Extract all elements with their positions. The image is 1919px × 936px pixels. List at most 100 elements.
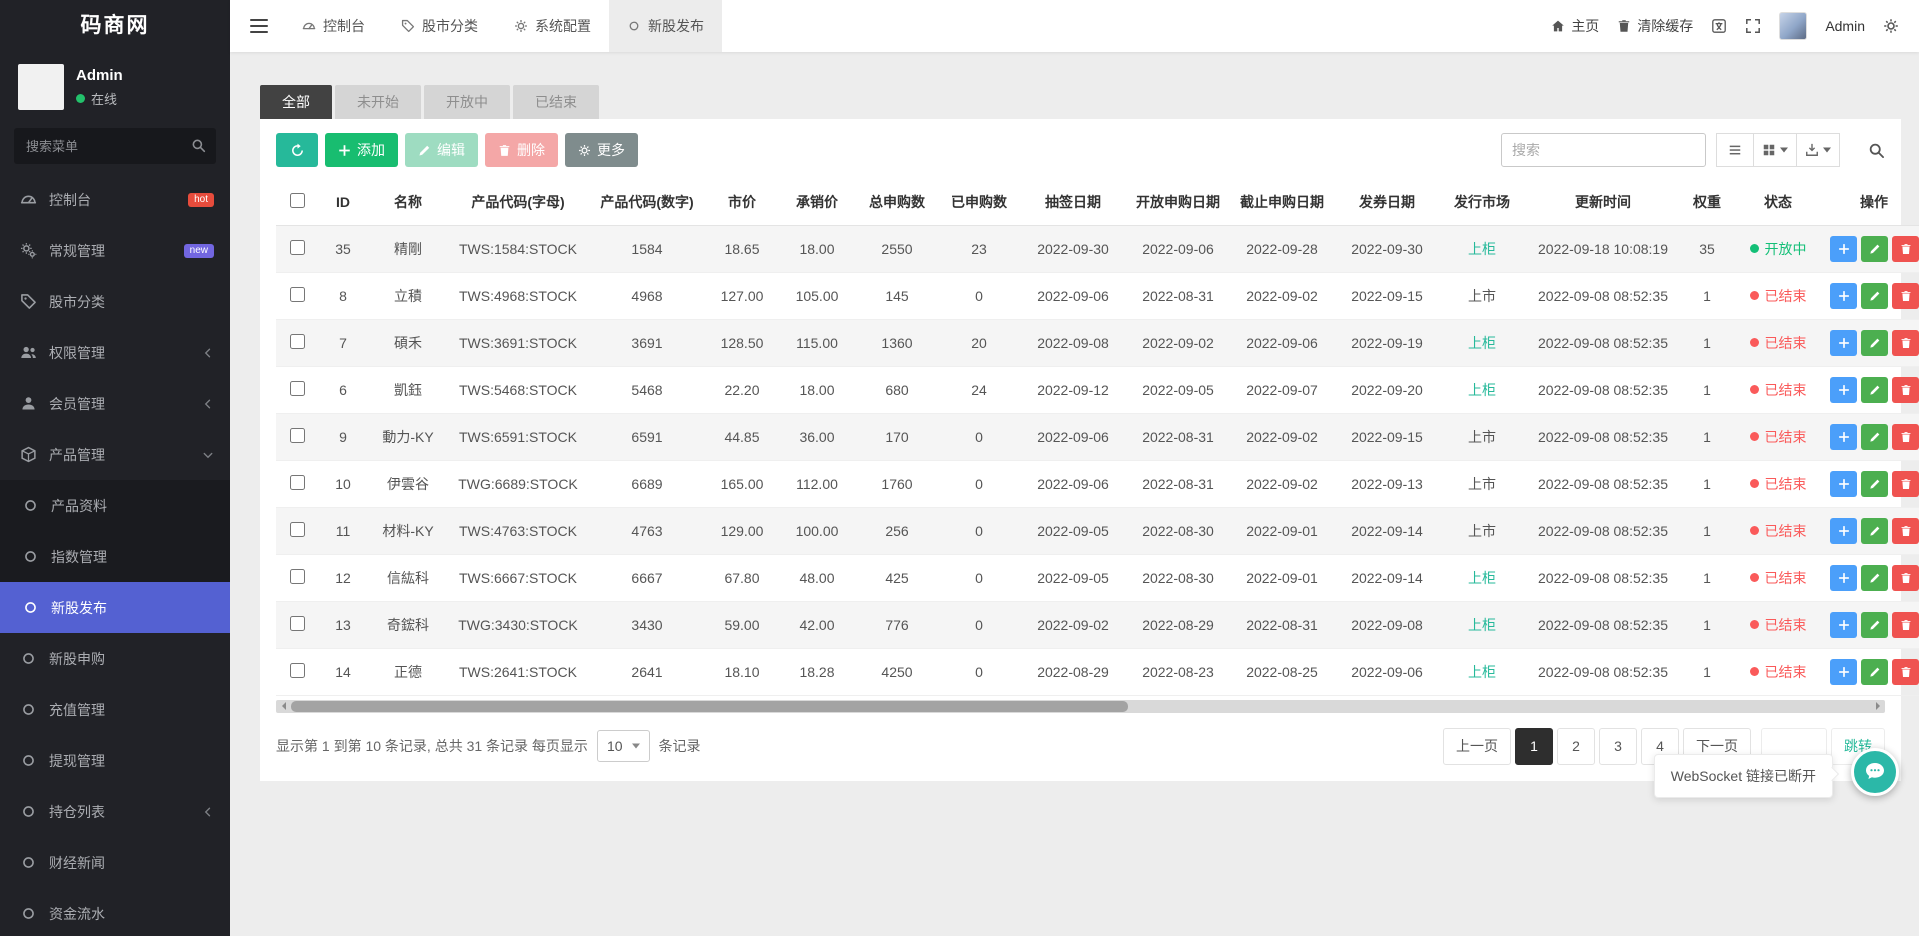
page-button-1[interactable]: 1 — [1515, 728, 1553, 765]
columns-dropdown-button[interactable] — [1754, 133, 1797, 167]
translate-icon[interactable] — [1711, 18, 1727, 34]
row-add-button[interactable] — [1830, 330, 1857, 356]
topnav-tab-system-config[interactable]: 系统配置 — [496, 0, 609, 52]
hamburger-icon[interactable] — [250, 19, 268, 33]
market-link[interactable]: 上柜 — [1468, 241, 1496, 257]
market-link[interactable]: 上柜 — [1468, 335, 1496, 351]
scrollbar-thumb[interactable] — [291, 701, 1128, 712]
row-edit-button[interactable] — [1861, 236, 1888, 262]
row-edit-button[interactable] — [1861, 330, 1888, 356]
sidebar-item-withdraw[interactable]: 提现管理 — [0, 735, 230, 786]
row-delete-button[interactable] — [1892, 330, 1919, 356]
delete-button[interactable]: 删除 — [485, 133, 558, 167]
market-link[interactable]: 上柜 — [1468, 664, 1496, 680]
row-delete-button[interactable] — [1892, 283, 1919, 309]
sidebar-item-product-info[interactable]: 产品资料 — [0, 480, 230, 531]
home-link[interactable]: 主页 — [1551, 16, 1599, 36]
row-delete-button[interactable] — [1892, 471, 1919, 497]
row-edit-button[interactable] — [1861, 612, 1888, 638]
detail-view-button[interactable] — [1716, 133, 1754, 167]
row-add-button[interactable] — [1830, 236, 1857, 262]
market-link[interactable]: 上柜 — [1468, 617, 1496, 633]
topnav-tab-stock-category[interactable]: 股市分类 — [383, 0, 496, 52]
topnav-tab-new-stock-release[interactable]: 新股发布 — [609, 0, 722, 52]
prev-page-button[interactable]: 上一页 — [1443, 728, 1511, 765]
table-search-input[interactable] — [1501, 133, 1706, 167]
row-edit-button[interactable] — [1861, 283, 1888, 309]
sidebar-item-permission[interactable]: 权限管理 — [0, 327, 230, 378]
row-add-button[interactable] — [1830, 424, 1857, 450]
sidebar-item-recharge[interactable]: 充值管理 — [0, 684, 230, 735]
row-edit-button[interactable] — [1861, 518, 1888, 544]
row-add-button[interactable] — [1830, 518, 1857, 544]
chat-button[interactable] — [1851, 748, 1899, 796]
sidebar-item-fund-flow[interactable]: 资金流水 — [0, 888, 230, 936]
page-size-select[interactable]: 10 — [597, 730, 650, 762]
select-all-checkbox[interactable] — [290, 193, 305, 208]
refresh-button[interactable] — [276, 133, 318, 167]
market-link[interactable]: 上柜 — [1468, 570, 1496, 586]
row-checkbox[interactable] — [290, 287, 305, 302]
fullscreen-icon[interactable] — [1745, 18, 1761, 34]
add-button[interactable]: 添加 — [325, 133, 398, 167]
sidebar-item-finance-news[interactable]: 财经新闻 — [0, 837, 230, 888]
row-add-button[interactable] — [1830, 471, 1857, 497]
row-add-button[interactable] — [1830, 377, 1857, 403]
row-add-button[interactable] — [1830, 283, 1857, 309]
sidebar-item-stock-category[interactable]: 股市分类 — [0, 276, 230, 327]
row-checkbox[interactable] — [290, 475, 305, 490]
sidebar-item-new-stock-subscribe[interactable]: 新股申购 — [0, 633, 230, 684]
market-link[interactable]: 上柜 — [1468, 382, 1496, 398]
row-edit-button[interactable] — [1861, 471, 1888, 497]
row-checkbox[interactable] — [290, 616, 305, 631]
sidebar-search-input[interactable] — [14, 128, 216, 164]
sidebar-item-console[interactable]: 控制台hot — [0, 174, 230, 225]
clear-cache-button[interactable]: 清除缓存 — [1617, 16, 1693, 36]
row-checkbox[interactable] — [290, 381, 305, 396]
sidebar-item-member[interactable]: 会员管理 — [0, 378, 230, 429]
topnav-tab-console[interactable]: 控制台 — [284, 0, 383, 52]
row-add-button[interactable] — [1830, 612, 1857, 638]
filter-tab-not-started[interactable]: 未开始 — [335, 85, 421, 119]
row-edit-button[interactable] — [1861, 377, 1888, 403]
more-button[interactable]: 更多 — [565, 133, 638, 167]
row-add-button[interactable] — [1830, 659, 1857, 685]
row-edit-button[interactable] — [1861, 659, 1888, 685]
menu-badge-new: new — [184, 244, 214, 258]
row-edit-button[interactable] — [1861, 565, 1888, 591]
scroll-right-arrow[interactable] — [1871, 700, 1885, 713]
sidebar-item-positions[interactable]: 持仓列表 — [0, 786, 230, 837]
row-delete-button[interactable] — [1892, 377, 1919, 403]
sidebar-item-product[interactable]: 产品管理 — [0, 429, 230, 480]
row-delete-button[interactable] — [1892, 612, 1919, 638]
edit-button[interactable]: 编辑 — [405, 133, 478, 167]
row-delete-button[interactable] — [1892, 518, 1919, 544]
gear-icon[interactable] — [1883, 18, 1899, 34]
row-checkbox[interactable] — [290, 522, 305, 537]
sidebar-item-index-manage[interactable]: 指数管理 — [0, 531, 230, 582]
export-dropdown-button[interactable] — [1797, 133, 1840, 167]
page-button-2[interactable]: 2 — [1557, 728, 1595, 765]
topbar-username[interactable]: Admin — [1825, 18, 1865, 34]
filter-tab-ended[interactable]: 已结束 — [513, 85, 599, 119]
row-checkbox[interactable] — [290, 334, 305, 349]
search-icon[interactable] — [1868, 142, 1885, 159]
scroll-left-arrow[interactable] — [276, 700, 290, 713]
sidebar-item-new-stock-release[interactable]: 新股发布 — [0, 582, 230, 633]
row-checkbox[interactable] — [290, 240, 305, 255]
row-delete-button[interactable] — [1892, 565, 1919, 591]
filter-tab-open[interactable]: 开放中 — [424, 85, 510, 119]
row-delete-button[interactable] — [1892, 659, 1919, 685]
row-checkbox[interactable] — [290, 663, 305, 678]
row-delete-button[interactable] — [1892, 424, 1919, 450]
horizontal-scrollbar[interactable] — [276, 700, 1885, 713]
filter-tab-all[interactable]: 全部 — [260, 85, 332, 119]
sidebar-item-general[interactable]: 常规管理new — [0, 225, 230, 276]
topbar-avatar[interactable] — [1779, 12, 1807, 40]
page-button-3[interactable]: 3 — [1599, 728, 1637, 765]
row-delete-button[interactable] — [1892, 236, 1919, 262]
row-edit-button[interactable] — [1861, 424, 1888, 450]
row-checkbox[interactable] — [290, 428, 305, 443]
row-checkbox[interactable] — [290, 569, 305, 584]
row-add-button[interactable] — [1830, 565, 1857, 591]
